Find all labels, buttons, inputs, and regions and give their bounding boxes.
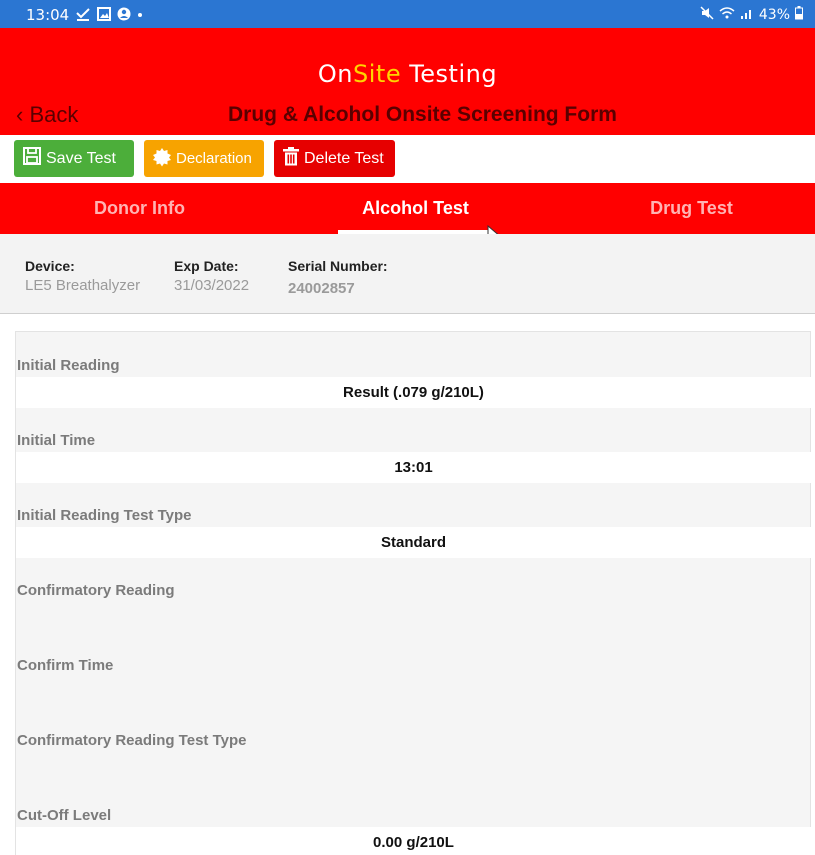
initial-time-label: Initial Time xyxy=(17,432,96,449)
download-done-icon xyxy=(75,7,91,24)
page-title: Drug & Alcohol Onsite Screening Form xyxy=(228,103,617,126)
confirm-time-label[interactable]: Confirm Time xyxy=(17,657,113,674)
save-test-label: Save Test xyxy=(46,149,116,167)
tab-drug-test[interactable]: Drug Test xyxy=(556,183,815,234)
confirmatory-reading-label[interactable]: Confirmatory Reading xyxy=(17,582,175,599)
tab-alcohol-test[interactable]: Alcohol Test xyxy=(280,183,551,234)
floppy-disk-icon xyxy=(22,146,46,171)
device-info-panel: Device: LE5 Breathalyzer Exp Date: 31/03… xyxy=(0,234,815,314)
account-icon xyxy=(117,7,131,24)
exp-date-value: 31/03/2022 xyxy=(174,277,250,294)
serial-number-label: Serial Number: xyxy=(288,258,388,274)
declaration-button[interactable]: Declaration xyxy=(144,140,264,177)
initial-time-field[interactable]: 13:01 xyxy=(16,452,811,483)
tab-donor-info[interactable]: Donor Info xyxy=(4,183,275,234)
onsite-testing-logo: OnSite Testing xyxy=(317,60,498,88)
delete-test-button[interactable]: Delete Test xyxy=(274,140,395,177)
device-label: Device: xyxy=(25,258,75,274)
signal-icon xyxy=(740,6,754,23)
initial-reading-label: Initial Reading xyxy=(17,357,120,374)
gallery-icon xyxy=(97,6,112,24)
app-header: OnSite Testing ‹ Back Drug & Alcohol Ons… xyxy=(0,28,815,135)
trash-icon xyxy=(282,146,304,171)
wifi-icon xyxy=(719,6,735,23)
mute-icon xyxy=(700,6,714,23)
delete-test-label: Delete Test xyxy=(304,149,384,167)
battery-percent: 43% xyxy=(758,6,790,23)
cut-off-level-label: Cut-Off Level xyxy=(17,807,112,824)
back-button[interactable]: ‹ Back xyxy=(16,102,78,128)
confirmatory-test-type-label[interactable]: Confirmatory Reading Test Type xyxy=(17,732,246,749)
alcohol-test-card: Initial Reading Result (.079 g/210L) Ini… xyxy=(15,331,811,855)
device-value: LE5 Breathalyzer xyxy=(25,277,141,294)
initial-test-type-label: Initial Reading Test Type xyxy=(17,507,192,524)
declaration-label: Declaration xyxy=(176,150,252,167)
notification-dot-icon xyxy=(137,7,143,24)
cut-off-level-field[interactable]: 0.00 g/210L xyxy=(16,827,811,855)
action-toolbar: Save Test Declaration Delete Test xyxy=(0,135,815,183)
tab-bar: Donor Info Alcohol Test Drug Test xyxy=(0,183,815,234)
exp-date-column: Exp Date: 31/03/2022 xyxy=(174,258,249,294)
serial-number-column: Serial Number: 24002857 xyxy=(288,258,388,297)
status-bar: 13:04 43% xyxy=(0,0,815,28)
certificate-badge-icon xyxy=(152,147,176,171)
initial-test-type-field[interactable]: Standard xyxy=(16,527,811,558)
device-column: Device: LE5 Breathalyzer xyxy=(25,258,140,294)
battery-icon xyxy=(795,6,803,23)
initial-reading-field[interactable]: Result (.079 g/210L) xyxy=(16,377,811,408)
save-test-button[interactable]: Save Test xyxy=(14,140,134,177)
exp-date-label: Exp Date: xyxy=(174,258,239,274)
serial-number-value: 24002857 xyxy=(288,280,355,297)
status-time: 13:04 xyxy=(26,6,70,24)
